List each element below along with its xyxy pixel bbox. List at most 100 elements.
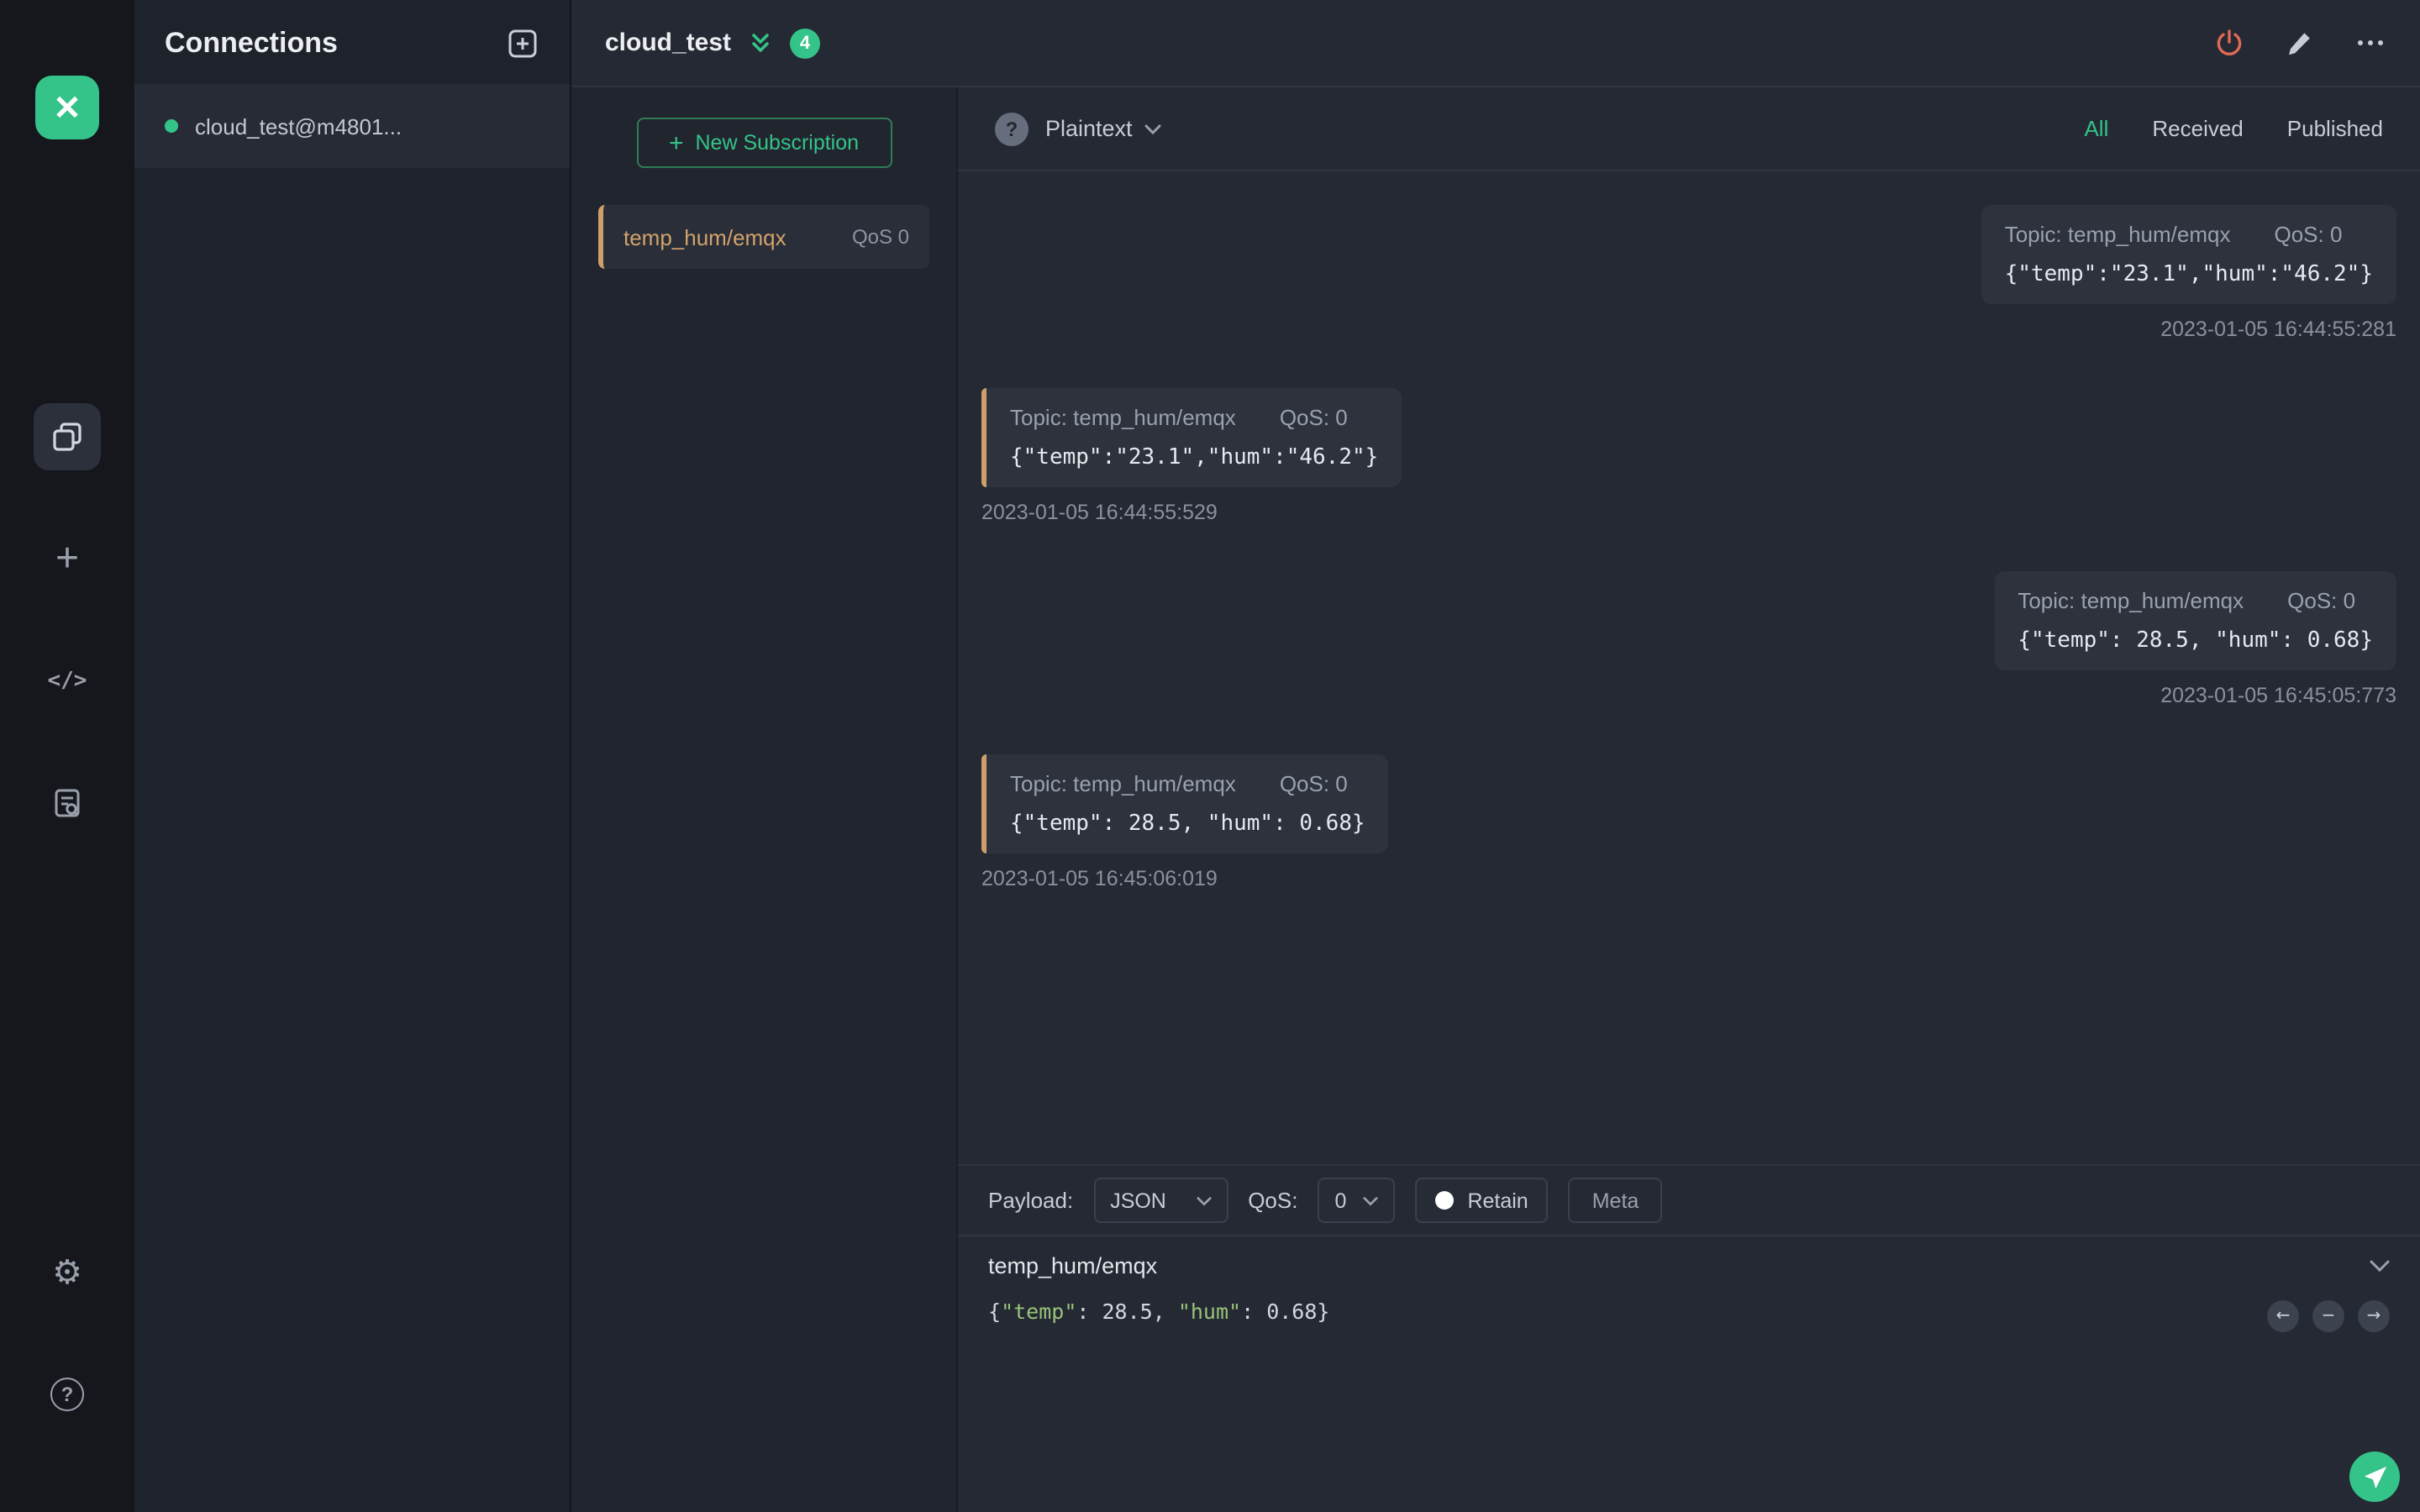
- send-button[interactable]: [2349, 1452, 2400, 1502]
- message-payload: {"temp": 28.5, "hum": 0.68}: [2018, 628, 2373, 654]
- new-subscription-button[interactable]: + New Subscription: [636, 118, 892, 168]
- payload-format-value: JSON: [1110, 1189, 1166, 1212]
- message-filters: All Received Published: [2084, 116, 2383, 141]
- payload-token: "hum": [1177, 1299, 1242, 1324]
- mqttx-logo: ✕: [35, 76, 99, 139]
- code-icon: </>: [47, 668, 87, 693]
- retain-label: Retain: [1467, 1189, 1528, 1212]
- meta-label: Meta: [1591, 1189, 1639, 1212]
- message-bubble[interactable]: Topic: temp_hum/emqx QoS: 0 {"temp": 28.…: [1994, 571, 2396, 670]
- gear-icon: ⚙: [52, 1254, 82, 1291]
- message-qos: QoS: 0: [2287, 588, 2356, 613]
- qos-label: QoS:: [1248, 1188, 1298, 1213]
- connection-list-item[interactable]: cloud_test@m4801...: [134, 84, 570, 168]
- chevron-down-icon: [1196, 1195, 1211, 1205]
- message-timestamp: 2023-01-05 16:45:06:019: [981, 867, 1218, 890]
- retain-toggle[interactable]: Retain: [1415, 1178, 1549, 1223]
- messages-toolbar: ? Plaintext All Received Published: [958, 87, 2420, 171]
- message-topic: Topic: temp_hum/emqx: [1010, 405, 1236, 430]
- script-nav-button[interactable]: </>: [39, 655, 96, 706]
- message-topic: Topic: temp_hum/emqx: [2004, 222, 2231, 247]
- chevron-down-icon: [1363, 1195, 1378, 1205]
- disconnect-button[interactable]: [2212, 26, 2245, 60]
- payload-label: Payload:: [988, 1188, 1074, 1213]
- message-bubble[interactable]: Topic: temp_hum/emqx QoS: 0 {"temp":"23.…: [981, 388, 1402, 487]
- subscription-item[interactable]: temp_hum/emqx QoS 0: [598, 205, 929, 269]
- plus-icon: +: [55, 536, 79, 581]
- payload-token: "temp": [1001, 1299, 1077, 1324]
- mqttx-app-window: ✕ + </> ⚙ ? Connections cloud_test@m4801…: [0, 0, 2420, 1512]
- more-options-button[interactable]: [2353, 26, 2386, 60]
- filter-published[interactable]: Published: [2287, 116, 2383, 141]
- message-bubble[interactable]: Topic: temp_hum/emqx QoS: 0 {"temp": 28.…: [981, 754, 1389, 853]
- topic-input[interactable]: temp_hum/emqx: [988, 1252, 1157, 1278]
- chevron-down-icon: [2370, 1259, 2390, 1271]
- qos-select[interactable]: 0: [1318, 1178, 1396, 1223]
- paper-plane-icon: [2363, 1465, 2386, 1488]
- filter-all[interactable]: All: [2084, 116, 2108, 141]
- subscription-topic: temp_hum/emqx: [623, 224, 786, 249]
- collapse-connection-info-button[interactable]: [748, 30, 773, 55]
- settings-button[interactable]: ⚙: [42, 1247, 92, 1297]
- edit-connection-button[interactable]: [2282, 26, 2316, 60]
- next-message-button[interactable]: →: [2358, 1300, 2390, 1332]
- messages-area: ? Plaintext All Received Published Topic…: [958, 87, 2420, 1164]
- payload-token: {: [988, 1299, 1002, 1324]
- message-received: Topic: temp_hum/emqx QoS: 0 {"temp": 28.…: [981, 754, 2396, 890]
- connections-panel: Connections cloud_test@m4801...: [134, 0, 571, 1512]
- help-button[interactable]: ?: [42, 1369, 92, 1420]
- plus-icon: +: [668, 129, 684, 157]
- publish-panel: Payload: JSON QoS: 0 Retain Meta temp_hu…: [958, 1164, 2420, 1512]
- connections-icon: [50, 420, 84, 454]
- message-qos: QoS: 0: [1279, 771, 1348, 796]
- message-meta: Topic: temp_hum/emqx QoS: 0: [2018, 588, 2373, 613]
- message-bubble[interactable]: Topic: temp_hum/emqx QoS: 0 {"temp":"23.…: [1981, 205, 2396, 304]
- subscription-count-badge: 4: [790, 28, 821, 58]
- filter-received[interactable]: Received: [2152, 116, 2243, 141]
- connection-title: cloud_test: [605, 29, 732, 57]
- payload-token: : 28.5,: [1076, 1299, 1178, 1324]
- clear-button[interactable]: −: [2312, 1300, 2344, 1332]
- chevron-down-icon: [1144, 123, 1161, 134]
- message-qos: QoS: 0: [1279, 405, 1348, 430]
- qos-value: 0: [1334, 1189, 1347, 1212]
- message-format-value: Plaintext: [1045, 116, 1133, 141]
- message-meta: Topic: temp_hum/emqx QoS: 0: [1010, 405, 1378, 430]
- message-qos: QoS: 0: [2274, 222, 2343, 247]
- payload-format-help-icon[interactable]: ?: [995, 112, 1028, 145]
- payload-token: : 0.68}: [1241, 1299, 1330, 1324]
- message-received: Topic: temp_hum/emqx QoS: 0 {"temp":"23.…: [981, 388, 2396, 524]
- message-topic: Topic: temp_hum/emqx: [1010, 771, 1236, 796]
- connections-title: Connections: [165, 27, 338, 59]
- new-connection-button[interactable]: +: [42, 534, 92, 585]
- connections-nav-button[interactable]: [34, 403, 101, 470]
- message-format-select[interactable]: Plaintext: [1045, 116, 1161, 141]
- add-connection-button[interactable]: [506, 27, 539, 60]
- retain-radio-icon: [1435, 1191, 1455, 1210]
- message-topic: Topic: temp_hum/emqx: [2018, 588, 2244, 613]
- message-pager: ← − →: [2267, 1300, 2390, 1332]
- payload-format-select[interactable]: JSON: [1093, 1178, 1228, 1223]
- message-meta: Topic: temp_hum/emqx QoS: 0: [1010, 771, 1365, 796]
- connected-status-dot: [165, 119, 178, 133]
- payload-editor[interactable]: {"temp": 28.5, "hum": 0.68}: [958, 1294, 2420, 1329]
- collapse-editor-button[interactable]: [2370, 1259, 2390, 1271]
- log-nav-button[interactable]: [42, 778, 92, 828]
- message-timestamp: 2023-01-05 16:44:55:281: [2160, 318, 2396, 341]
- message-list[interactable]: Topic: temp_hum/emqx QoS: 0 {"temp":"23.…: [958, 171, 2420, 1164]
- message-payload: {"temp":"23.1","hum":"46.2"}: [2004, 262, 2373, 287]
- header-actions: [2212, 26, 2386, 60]
- new-subscription-label: New Subscription: [695, 131, 860, 155]
- prev-message-button[interactable]: ←: [2267, 1300, 2299, 1332]
- double-chevron-down-icon: [752, 34, 769, 52]
- help-icon: ?: [50, 1378, 84, 1411]
- message-payload: {"temp": 28.5, "hum": 0.68}: [1010, 811, 1365, 837]
- message-payload: {"temp":"23.1","hum":"46.2"}: [1010, 445, 1379, 470]
- connections-header: Connections: [134, 0, 570, 84]
- meta-button[interactable]: Meta: [1568, 1178, 1663, 1223]
- pencil-icon: [2289, 32, 2310, 55]
- publish-controls: Payload: JSON QoS: 0 Retain Meta: [958, 1166, 2420, 1236]
- message-meta: Topic: temp_hum/emqx QoS: 0: [2005, 222, 2373, 247]
- connection-name: cloud_test@m4801...: [195, 113, 402, 139]
- subscriptions-panel: + New Subscription temp_hum/emqx QoS 0: [571, 87, 958, 1512]
